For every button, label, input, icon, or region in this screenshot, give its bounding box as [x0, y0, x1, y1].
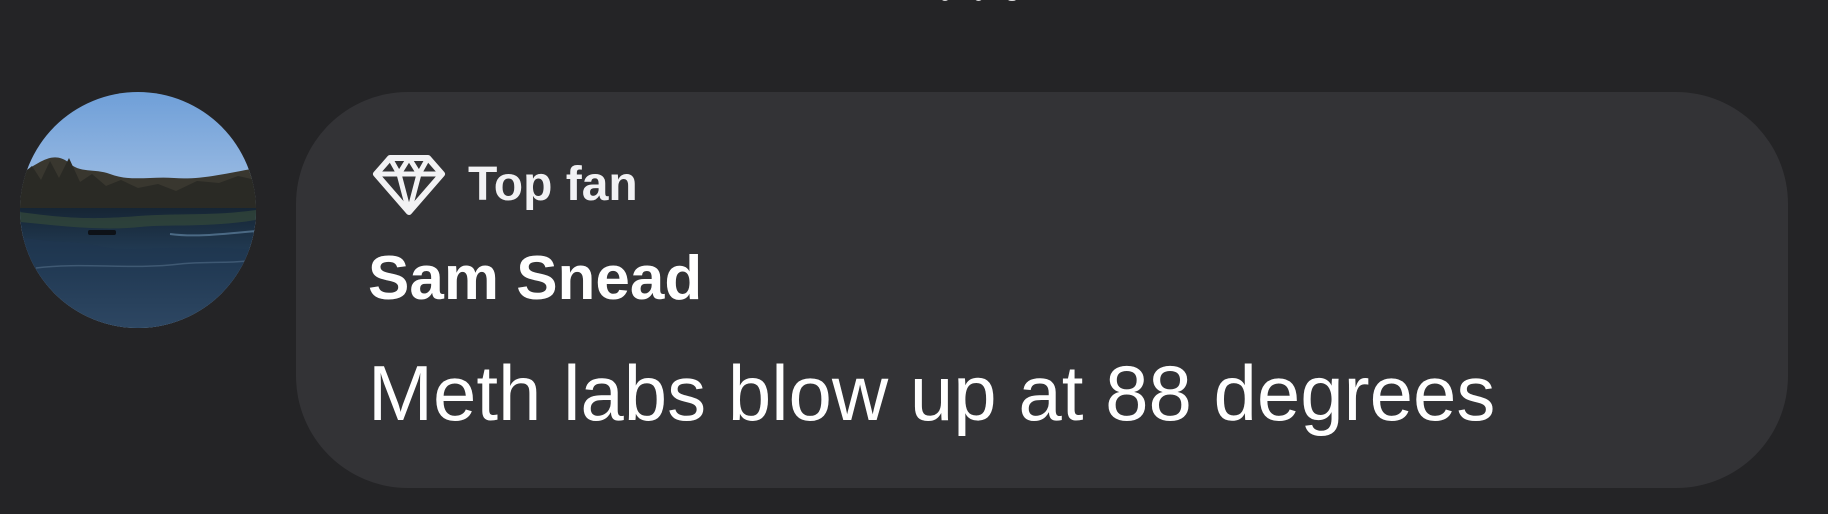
comment-author-name[interactable]: Sam Snead: [368, 248, 702, 310]
avatar[interactable]: [20, 92, 256, 328]
previous-content-fragment: [940, 0, 1020, 6]
comment-text: Meth labs blow up at 88 degrees: [368, 349, 1496, 437]
badge-label: Top fan: [468, 158, 638, 211]
comment-bubble[interactable]: Top fan Sam Snead Meth labs blow up at 8…: [296, 92, 1788, 488]
avatar-image: [20, 92, 256, 328]
comment-thread-screen: Top fan Sam Snead Meth labs blow up at 8…: [0, 0, 1828, 514]
top-fan-badge: Top fan: [372, 152, 638, 218]
diamond-icon: [372, 153, 446, 217]
